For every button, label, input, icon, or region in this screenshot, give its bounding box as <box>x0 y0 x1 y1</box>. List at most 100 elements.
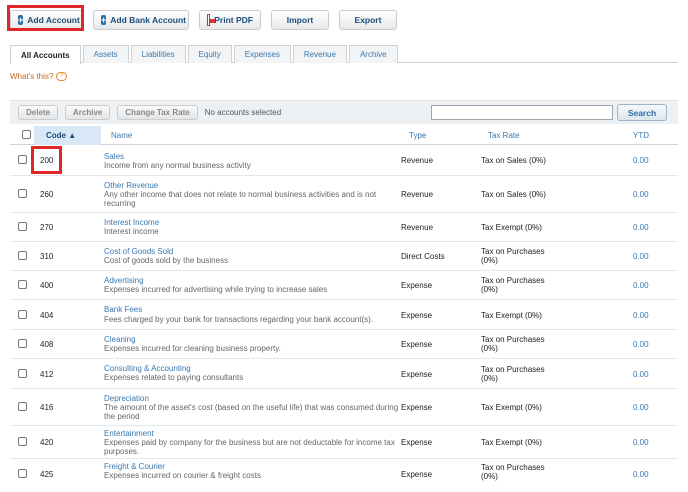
account-ytd-link[interactable]: 0.00 <box>633 438 649 447</box>
row-checkbox[interactable] <box>18 339 27 348</box>
account-code: 408 <box>40 340 54 349</box>
account-code: 425 <box>40 470 54 479</box>
account-tax-rate: Tax on Purchases (0%) <box>481 463 545 481</box>
account-ytd-link[interactable]: 0.00 <box>633 470 649 479</box>
account-description: Income from any normal business activity <box>104 161 251 170</box>
type-column-header[interactable]: Type <box>409 126 426 145</box>
import-button[interactable]: Import <box>271 10 329 30</box>
account-ytd-link[interactable]: 0.00 <box>633 370 649 379</box>
table-row: 412 Consulting & Accounting Expenses rel… <box>10 359 678 389</box>
print-pdf-label: Print PDF <box>214 15 253 25</box>
account-tax-rate: Tax Exempt (0%) <box>481 403 542 412</box>
account-description: Expenses paid by company for the busines… <box>104 438 395 456</box>
account-name-link[interactable]: Consulting & Accounting <box>104 364 191 373</box>
tab-archive[interactable]: Archive <box>348 45 398 63</box>
tab-assets[interactable]: Assets <box>82 45 129 63</box>
account-name-link[interactable]: Cost of Goods Sold <box>104 247 173 256</box>
account-tax-rate: Tax on Purchases (0%) <box>481 365 545 383</box>
account-ytd-link[interactable]: 0.00 <box>633 252 649 261</box>
account-name-link[interactable]: Sales <box>104 152 124 161</box>
row-checkbox[interactable] <box>18 280 27 289</box>
search-input[interactable] <box>431 105 613 120</box>
account-ytd-link[interactable]: 0.00 <box>633 190 649 199</box>
account-type: Expense <box>401 403 433 412</box>
account-type: Expense <box>401 438 433 447</box>
table-row: 310 Cost of Goods Sold Cost of goods sol… <box>10 242 678 271</box>
change-tax-rate-button[interactable]: Change Tax Rate <box>117 105 198 120</box>
row-checkbox[interactable] <box>18 402 27 411</box>
row-checkbox[interactable] <box>18 251 27 260</box>
search-button[interactable]: Search <box>617 104 667 121</box>
row-checkbox[interactable] <box>18 437 27 446</box>
name-column-header[interactable]: Name <box>111 126 132 145</box>
account-code: 416 <box>40 403 54 412</box>
account-ytd-link[interactable]: 0.00 <box>633 311 649 320</box>
whats-this-label: What's this? <box>10 72 54 81</box>
account-ytd-link[interactable]: 0.00 <box>633 156 649 165</box>
account-name-link[interactable]: Advertising <box>104 276 144 285</box>
account-description: Expenses related to paying consultants <box>104 373 244 382</box>
tab-liabilities[interactable]: Liabilities <box>130 45 186 63</box>
table-row: 260 Other Revenue Any other income that … <box>10 176 678 213</box>
row-checkbox[interactable] <box>18 155 27 164</box>
row-checkbox[interactable] <box>18 310 27 319</box>
table-row: 425 Freight & Courier Expenses incurred … <box>10 459 678 487</box>
account-tax-rate: Tax Exempt (0%) <box>481 438 542 447</box>
account-ytd-link[interactable]: 0.00 <box>633 223 649 232</box>
row-checkbox[interactable] <box>18 189 27 198</box>
tab-all-accounts[interactable]: All Accounts <box>10 45 81 64</box>
tax-rate-column-header[interactable]: Tax Rate <box>488 126 520 145</box>
table-row: 408 Cleaning Expenses incurred for clean… <box>10 330 678 359</box>
add-account-highlight <box>7 5 84 31</box>
action-panel: Delete Archive Change Tax Rate No accoun… <box>10 100 678 124</box>
account-name-link[interactable]: Depreciation <box>104 394 149 403</box>
print-pdf-button[interactable]: Print PDF <box>199 10 261 30</box>
row-checkbox[interactable] <box>18 469 27 478</box>
select-all-checkbox[interactable] <box>22 130 31 139</box>
export-label: Export <box>354 15 382 25</box>
import-label: Import <box>286 15 314 25</box>
account-name-link[interactable]: Entertainment <box>104 429 154 438</box>
account-code: 420 <box>40 438 54 447</box>
tab-equity[interactable]: Equity <box>187 45 232 63</box>
plus-icon: + <box>101 15 107 25</box>
account-ytd-link[interactable]: 0.00 <box>633 340 649 349</box>
row-checkbox[interactable] <box>18 369 27 378</box>
account-description: Fees charged by your bank for transactio… <box>104 315 374 324</box>
account-code: 260 <box>40 190 54 199</box>
account-name-link[interactable]: Interest Income <box>104 218 159 227</box>
account-type: Revenue <box>401 223 434 232</box>
account-type: Expense <box>401 470 433 479</box>
account-name-link[interactable]: Other Revenue <box>104 181 158 190</box>
account-tax-rate: Tax on Sales (0%) <box>481 156 546 165</box>
code-200-highlight <box>31 146 62 174</box>
account-description: Expenses incurred for cleaning business … <box>104 344 281 353</box>
table-row: 420 Entertainment Expenses paid by compa… <box>10 426 678 459</box>
account-type: Direct Costs <box>401 252 445 261</box>
table-row: 416 Depreciation The amount of the asset… <box>10 389 678 426</box>
account-description: Any other income that does not relate to… <box>104 190 377 208</box>
tab-revenue[interactable]: Revenue <box>292 45 347 63</box>
code-column-header[interactable]: Code ▲ <box>34 126 101 145</box>
account-tax-rate: Tax on Sales (0%) <box>481 190 546 199</box>
row-checkbox[interactable] <box>18 222 27 231</box>
archive-button[interactable]: Archive <box>65 105 111 120</box>
whats-this-link[interactable]: What's this? ? <box>10 72 68 81</box>
account-name-link[interactable]: Freight & Courier <box>104 462 165 471</box>
ytd-column-header[interactable]: YTD <box>633 126 649 145</box>
add-bank-account-button[interactable]: + Add Bank Account <box>93 10 189 30</box>
help-bubble-icon: ? <box>56 72 68 81</box>
account-name-link[interactable]: Bank Fees <box>104 305 142 314</box>
account-ytd-link[interactable]: 0.00 <box>633 281 649 290</box>
account-ytd-link[interactable]: 0.00 <box>633 403 649 412</box>
export-button[interactable]: Export <box>339 10 397 30</box>
tab-expenses[interactable]: Expenses <box>233 45 291 63</box>
table-row: 200 Sales Income from any normal busines… <box>10 146 678 176</box>
account-name-link[interactable]: Cleaning <box>104 335 136 344</box>
account-type: Expense <box>401 281 433 290</box>
account-code: 270 <box>40 223 54 232</box>
delete-button[interactable]: Delete <box>18 105 59 120</box>
pdf-icon <box>207 14 216 26</box>
account-tax-rate: Tax Exempt (0%) <box>481 311 542 320</box>
account-tabs: All Accounts Assets Liabilities Equity E… <box>10 45 678 64</box>
